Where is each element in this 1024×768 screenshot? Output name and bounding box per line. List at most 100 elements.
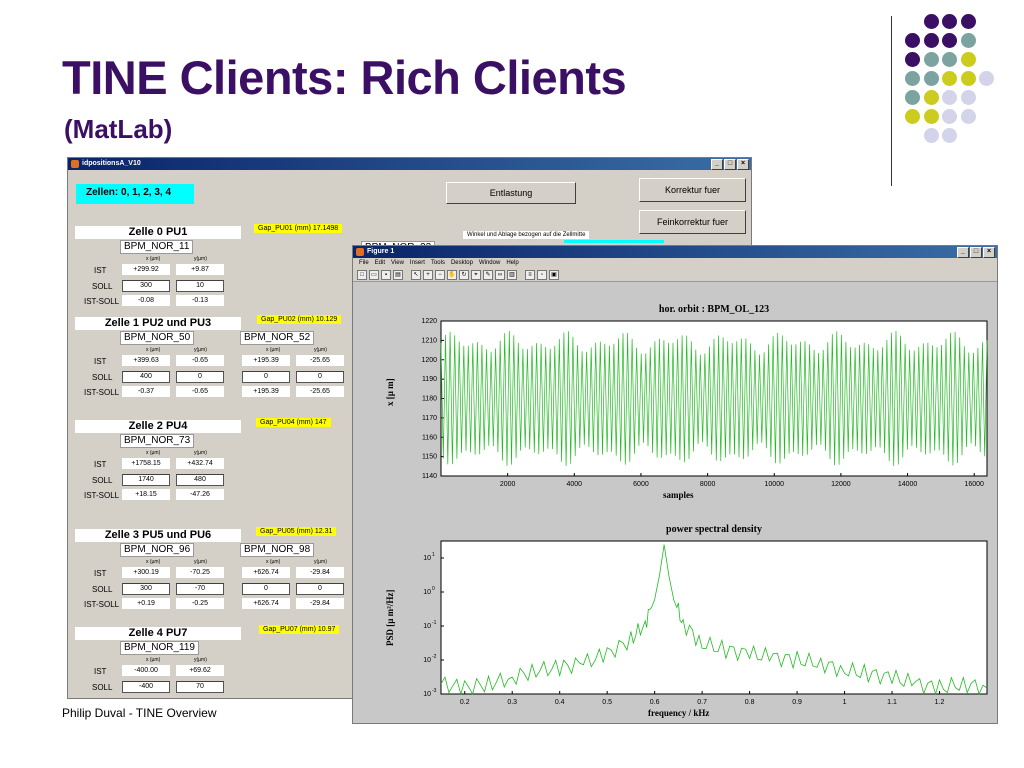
plot2-ytick-label: 10: [423, 589, 431, 596]
figure-plots: 2000 4000 6000 8000 10000 12000 14000 160001140…: [421, 318, 988, 706]
slide-title: TINE Clients: Rich Clients: [62, 51, 627, 104]
maximize-button[interactable]: □: [724, 159, 736, 170]
unit-x-label: x (µm): [266, 559, 281, 565]
plot1-xtick-label: 8000: [700, 481, 716, 488]
soll-x-input[interactable]: 300: [122, 280, 170, 292]
soll-y-input[interactable]: 70: [176, 681, 224, 693]
ist-soll-x-value: +0.19: [122, 598, 170, 609]
gui-window-title: idpositionsA_V10: [82, 160, 141, 167]
ist-x-value: -400.00: [122, 665, 170, 676]
gap-label: Gap_PU04 (mm) 147: [256, 418, 331, 427]
soll-x-input[interactable]: 300: [122, 583, 170, 595]
soll-x-input[interactable]: -400: [122, 681, 170, 693]
plot2-xtick-label: 0.2: [460, 699, 470, 706]
plot2-xtick-label: 0.4: [555, 699, 565, 706]
soll-y-input[interactable]: -70: [176, 583, 224, 595]
soll-label: SOLL: [92, 373, 113, 382]
plot2-xtick-label: 1.1: [887, 699, 897, 706]
ist-soll-y-value: -47.26: [176, 489, 224, 500]
soll-x-input[interactable]: 1740: [122, 474, 170, 486]
slide-footer: Philip Duval - TINE Overview: [62, 706, 217, 720]
cell-title: Zelle 0 PU1: [75, 226, 241, 239]
ist-y-value: +9.87: [176, 264, 224, 275]
ist-soll-y-value: -0.65: [176, 386, 224, 397]
winkel-note: Winkel und Ablage bezogen auf die Zellmi…: [463, 231, 590, 239]
decorative-dot: [923, 33, 939, 48]
decorative-dot: [942, 14, 957, 29]
unit-y-label: y(µm): [314, 347, 327, 353]
unit-y-label: y(µm): [194, 450, 207, 456]
plot2-ytick-label: 10: [423, 623, 431, 630]
entlastung-button[interactable]: Entlastung: [446, 182, 576, 204]
ist-label: IST: [94, 667, 107, 676]
ist-x-value: +399.63: [122, 355, 170, 366]
soll-y-input[interactable]: 480: [176, 474, 224, 486]
gap-label: Gap_PU07 (mm) 10.97: [259, 625, 340, 634]
plot2-xtick-label: 1: [843, 699, 847, 706]
ist-y-value: -25.65: [296, 355, 344, 366]
decorative-dot: [905, 90, 920, 105]
plot2-xtick-label: 1.2: [935, 699, 945, 706]
cell-title: Zelle 3 PU5 und PU6: [75, 529, 241, 542]
soll-x-input[interactable]: 0: [242, 371, 290, 383]
ist-x-value: +299.92: [122, 264, 170, 275]
decorative-dot: [942, 128, 957, 143]
cell-title: Zelle 4 PU7: [75, 627, 241, 640]
plot1-ytick-label: 1220: [421, 318, 437, 325]
plot1-xtick-label: 2000: [500, 481, 516, 488]
plot1-ytick-label: 1140: [422, 473, 437, 480]
plot2-ytick-exponent: -1: [432, 620, 437, 626]
decorative-dot: [960, 109, 976, 124]
ist-soll-y-value: -0.13: [176, 295, 224, 306]
unit-x-label: x (µm): [266, 347, 281, 353]
plot2-xtick-label: 0.8: [745, 699, 755, 706]
plot2-xtick-label: 0.3: [507, 699, 517, 706]
ist-soll-label: IST-SOLL: [84, 388, 120, 397]
soll-y-input[interactable]: 0: [296, 371, 344, 383]
ist-x-value: +1758.15: [122, 458, 170, 469]
decorative-dot: [942, 109, 957, 124]
ist-x-value: +195.39: [242, 355, 290, 366]
soll-x-input[interactable]: 400: [122, 371, 170, 383]
plot2-ytick-label: 10: [423, 555, 431, 562]
soll-x-input[interactable]: 0: [242, 583, 290, 595]
unit-x-label: x (µm): [146, 559, 161, 565]
soll-label: SOLL: [92, 683, 113, 692]
ist-y-value: +432.74: [176, 458, 224, 469]
plot2-ytick-label: 10: [423, 691, 431, 698]
ist-y-value: +69.62: [176, 665, 224, 676]
plot2-xtick-label: 0.7: [697, 699, 707, 706]
ist-soll-x-value: +626.74: [242, 598, 290, 609]
bpm-name: BPM_NOR_96: [120, 543, 195, 557]
soll-y-input[interactable]: 0: [296, 583, 344, 595]
plot1-ytick-label: 1190: [422, 376, 437, 383]
bpm-name: BPM_NOR_119: [120, 641, 199, 655]
ist-soll-y-value: -0.25: [176, 598, 224, 609]
decorative-dot: [942, 52, 957, 67]
soll-y-input[interactable]: 10: [176, 280, 224, 292]
decorative-dot: [960, 52, 976, 67]
gap-label: Gap_PU05 (mm) 12.31: [256, 527, 337, 536]
gap-label: Gap_PU02 (mm) 10.129: [257, 315, 342, 324]
zellen-label: Zellen: 0, 1, 2, 3, 4: [76, 184, 194, 204]
korrektur-button[interactable]: Korrektur fuer: [639, 178, 746, 202]
soll-y-input[interactable]: 0: [176, 371, 224, 383]
ist-soll-label: IST-SOLL: [84, 600, 120, 609]
plot1-xtick-label: 14000: [898, 481, 918, 488]
ist-label: IST: [94, 357, 107, 366]
unit-y-label: y(µm): [194, 657, 207, 663]
decorative-dot: [923, 14, 939, 29]
bpm-name: BPM_NOR_52: [240, 331, 315, 345]
plot1-xtick-label: 10000: [765, 481, 785, 488]
gui-titlebar[interactable]: idpositionsA_V10 _ □ ×: [68, 158, 751, 170]
unit-y-label: y(µm): [194, 559, 207, 565]
decorative-dot: [905, 109, 920, 124]
bpm-name: BPM_NOR_73: [120, 434, 195, 448]
decorative-divider: [891, 16, 892, 186]
plot2-xtick-label: 0.9: [792, 699, 802, 706]
close-button[interactable]: ×: [737, 159, 749, 170]
minimize-button[interactable]: _: [711, 159, 723, 170]
feinkorrektur-button[interactable]: Feinkorrektur fuer: [639, 210, 746, 234]
decorative-dot: [942, 33, 957, 48]
ist-soll-label: IST-SOLL: [84, 698, 119, 699]
